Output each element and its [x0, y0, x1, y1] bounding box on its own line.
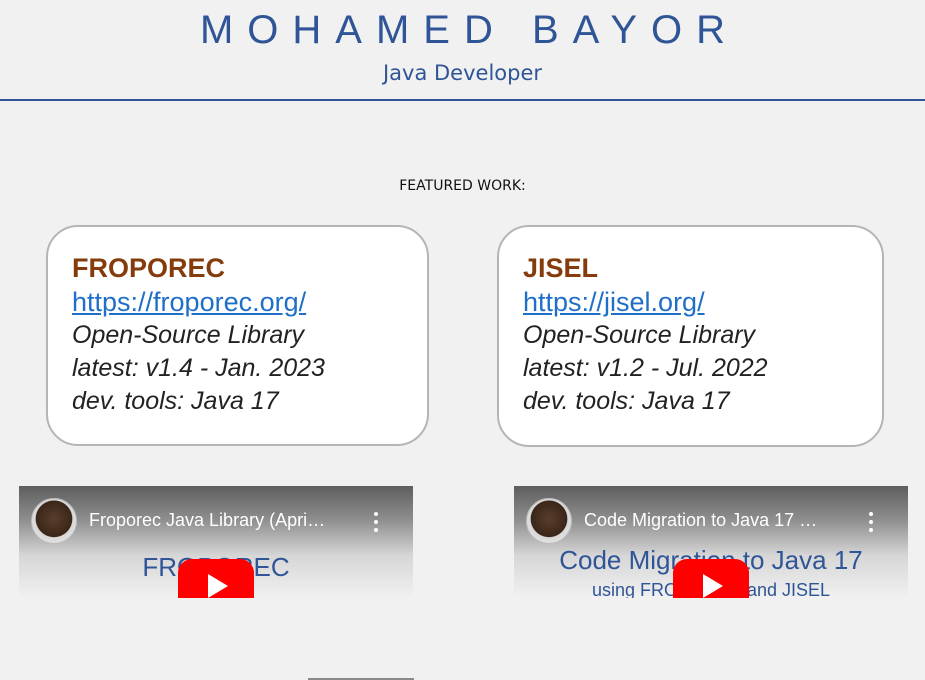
video-embed-code-migration[interactable]: Code Migration to Java 17 using FROPOREC… [514, 486, 908, 598]
channel-avatar[interactable] [526, 498, 572, 544]
project-dev-tools: dev. tools: Java 17 [72, 387, 279, 415]
more-vertical-icon[interactable] [373, 512, 379, 532]
project-dev-tools: dev. tools: Java 17 [523, 387, 730, 415]
project-card-froporec: FROPOREC https://froporec.org/ Open-Sour… [46, 225, 429, 446]
project-link[interactable]: https://jisel.org/ [523, 285, 705, 319]
project-card-jisel: JISEL https://jisel.org/ Open-Source Lib… [497, 225, 884, 447]
youtube-play-icon[interactable] [178, 559, 254, 598]
youtube-play-icon[interactable] [673, 559, 749, 598]
project-link[interactable]: https://froporec.org/ [72, 285, 306, 319]
video-embed-froporec[interactable]: FROPOREC Froporec Java Library (Apri… [19, 486, 413, 598]
featured-work-heading: FEATURED WORK: [399, 178, 526, 194]
more-vertical-icon[interactable] [868, 512, 874, 532]
page-header: MOHAMED BAYOR Java Developer [0, 0, 925, 101]
project-latest-version: latest: v1.2 - Jul. 2022 [523, 354, 768, 382]
project-description: Open-Source Library [523, 321, 756, 349]
video-title[interactable]: Froporec Java Library (Apri… [89, 510, 359, 531]
video-title[interactable]: Code Migration to Java 17 … [584, 510, 854, 531]
channel-avatar[interactable] [31, 498, 77, 544]
project-title: JISEL [523, 253, 599, 283]
project-latest-version: latest: v1.4 - Jan. 2023 [72, 354, 325, 382]
project-title: FROPOREC [72, 253, 226, 283]
developer-role: Java Developer [382, 61, 543, 85]
developer-name: MOHAMED BAYOR [199, 8, 740, 52]
project-description: Open-Source Library [72, 321, 305, 349]
